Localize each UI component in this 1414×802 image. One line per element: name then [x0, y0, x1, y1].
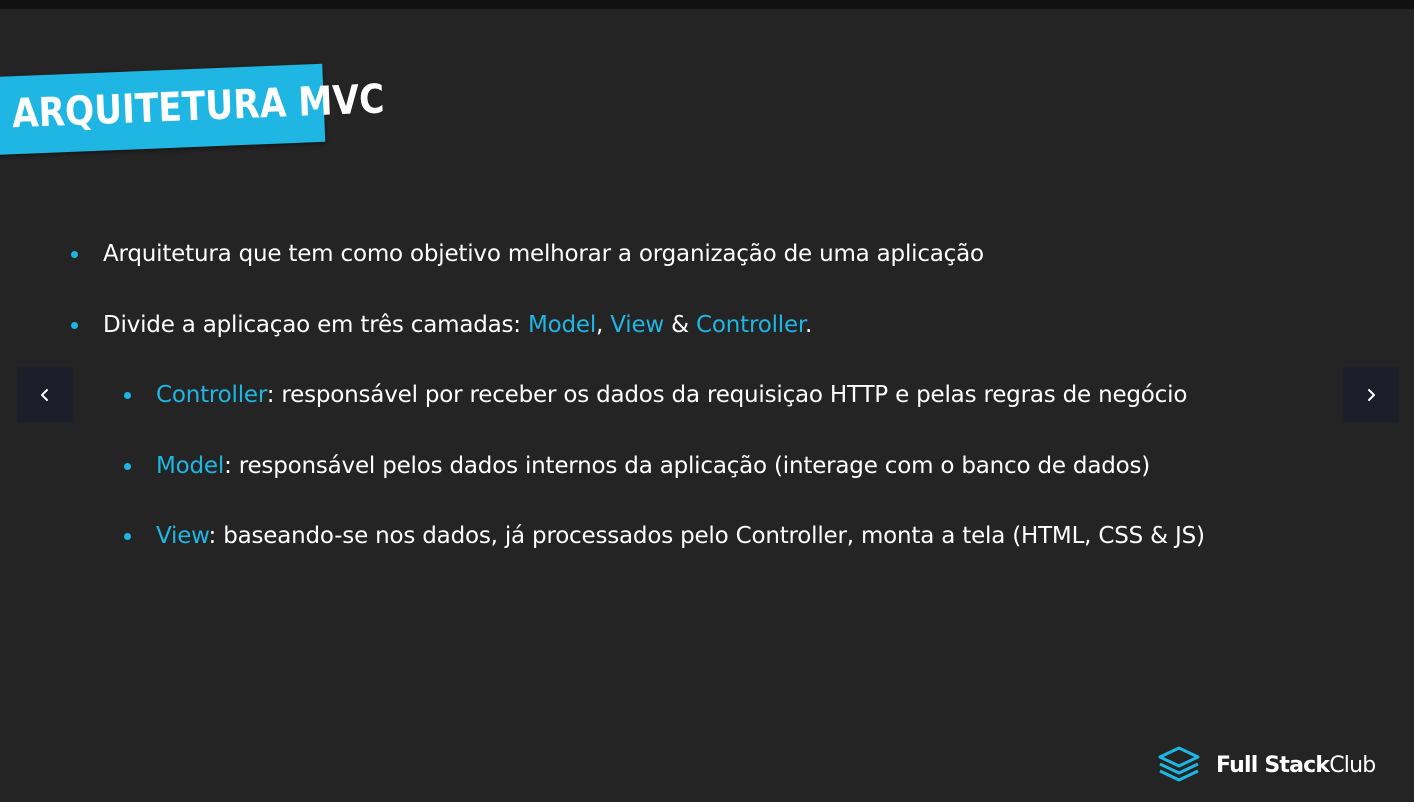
bullet-text: : baseando-se nos dados, já processados …: [208, 523, 1205, 549]
bullet-text: Divide a aplicaçao em três camadas:: [103, 311, 528, 338]
highlighted-term: Model: [156, 452, 225, 479]
stacked-layers-icon: [1158, 746, 1200, 782]
bullet-dot: [71, 251, 78, 258]
sub-bullet-item: Model: responsável pelos dados internos …: [156, 451, 1150, 481]
brand-name-bold: Full Stack: [1216, 752, 1330, 778]
highlighted-term: View: [610, 311, 665, 338]
highlighted-term: Controller: [696, 311, 806, 338]
bullet-dot: [124, 462, 131, 470]
bullet-text: ,: [596, 311, 611, 338]
brand-name: Full StackClub: [1216, 752, 1376, 778]
sub-bullet-item: Controller: responsável por receber os d…: [156, 380, 1187, 410]
bullet-text: : responsável por receber os dados da re…: [266, 382, 1188, 408]
bullet-text: .: [805, 311, 813, 338]
slide-title: ARQUITETURA MVC: [11, 76, 386, 138]
sub-bullet-item: View: baseando-se nos dados, já processa…: [156, 521, 1205, 551]
highlighted-term: View: [156, 523, 209, 549]
bullet-item: Divide a aplicaçao em três camadas: Mode…: [103, 310, 812, 340]
chevron-right-icon: [1368, 388, 1375, 401]
slide: ARQUITETURA MVC Arquitetura que tem como…: [0, 9, 1414, 802]
bullet-dot: [124, 392, 131, 399]
bullet-text: Arquitetura que tem como objetivo melhor…: [103, 241, 984, 267]
chevron-left-icon: [41, 388, 48, 401]
title-banner: ARQUITETURA MVC: [0, 63, 385, 155]
bullet-text: : responsável pelos dados internos da ap…: [224, 452, 1151, 479]
highlighted-term: Model: [527, 311, 597, 338]
highlighted-term: Controller: [156, 382, 267, 408]
brand-name-light: Club: [1329, 752, 1376, 778]
bullet-text: &: [664, 311, 697, 338]
brand-logo: Full StackClub: [1156, 745, 1376, 785]
next-slide-button[interactable]: [1343, 367, 1399, 422]
bullet-dot: [124, 533, 131, 540]
bullet-dot: [71, 321, 78, 329]
window-top-bar: [0, 0, 1414, 9]
bullet-item: Arquitetura que tem como objetivo melhor…: [103, 239, 984, 269]
prev-slide-button[interactable]: [17, 367, 73, 422]
